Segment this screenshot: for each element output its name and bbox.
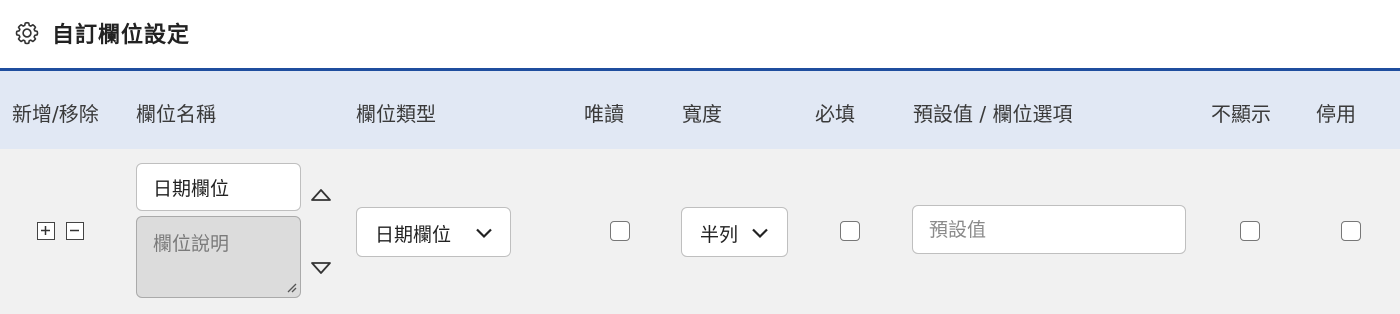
hidden-checkbox[interactable] [1240,221,1260,241]
plus-icon [41,226,50,235]
chevron-down-icon [752,228,768,239]
add-row-button[interactable] [37,222,55,240]
width-select-value: 半列 [700,224,739,246]
table-row: 日期欄位 半列 [0,149,1400,314]
column-header-add-remove: 新增/移除 [12,102,99,126]
resize-grip-icon[interactable] [283,279,297,293]
field-type-select[interactable]: 日期欄位 [356,207,511,257]
field-type-select-value: 日期欄位 [375,224,452,246]
move-up-button[interactable] [310,187,332,203]
readonly-checkbox[interactable] [610,221,630,241]
required-checkbox[interactable] [840,221,860,241]
column-header-required: 必填 [815,102,855,126]
column-header-hidden: 不顯示 [1211,102,1271,126]
width-select[interactable]: 半列 [681,207,788,257]
minus-icon [70,229,79,232]
remove-row-button[interactable] [66,222,84,240]
column-header-disabled: 停用 [1316,102,1356,126]
field-name-input[interactable] [136,163,301,211]
default-value-input[interactable] [912,205,1186,254]
column-header-field-name: 欄位名稱 [136,102,216,126]
gear-icon [15,21,39,45]
column-header-readonly: 唯讀 [584,102,624,126]
move-down-button[interactable] [310,260,332,276]
page-title: 自訂欄位設定 [52,23,191,48]
table-header: 新增/移除 欄位名稱 欄位類型 唯讀 寬度 必填 預設值 / 欄位選項 不顯示 … [0,71,1400,149]
chevron-down-icon [476,228,492,239]
column-header-field-type: 欄位類型 [356,102,436,126]
field-description-textarea[interactable] [136,216,301,298]
title-bar: 自訂欄位設定 [0,0,1400,68]
column-header-default-options: 預設值 / 欄位選項 [913,102,1073,126]
disabled-checkbox[interactable] [1341,221,1361,241]
column-header-width: 寬度 [682,102,722,126]
